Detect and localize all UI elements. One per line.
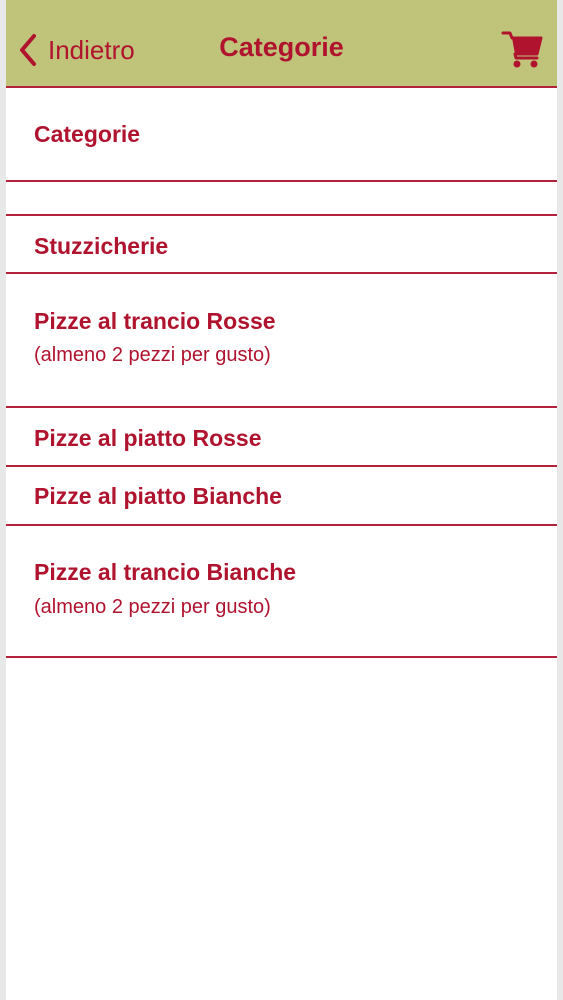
list-item[interactable]: Pizze al piatto Rosse [6, 408, 557, 467]
cart-button[interactable] [501, 28, 543, 70]
app-screen: Indietro Categorie Categorie Stuzzicheri… [6, 0, 557, 1000]
list-item-label: Pizze al piatto Rosse [34, 425, 262, 451]
list-item-label: Stuzzicherie [34, 233, 169, 259]
navigation-bar: Indietro Categorie [6, 0, 557, 88]
list-item-label: Pizze al trancio Rosse [34, 308, 276, 334]
section-header-label: Categorie [34, 121, 141, 147]
list-item[interactable]: Pizze al trancio Rosse (almeno 2 pezzi p… [6, 274, 557, 408]
list-item[interactable]: Pizze al trancio Bianche (almeno 2 pezzi… [6, 526, 557, 658]
shopping-cart-icon [501, 31, 543, 68]
category-list: Stuzzicherie Pizze al trancio Rosse (alm… [6, 216, 557, 658]
list-item-label: Pizze al trancio Bianche [34, 559, 297, 585]
section-spacer [6, 182, 557, 216]
list-item-label: Pizze al piatto Bianche [34, 483, 282, 509]
section-header: Categorie [6, 88, 557, 182]
chevron-left-icon [20, 34, 36, 66]
list-item-subtitle: (almeno 2 pezzi per gusto) [34, 344, 271, 366]
list-item[interactable]: Pizze al piatto Bianche [6, 467, 557, 526]
back-button[interactable]: Indietro [18, 30, 135, 70]
list-item-subtitle: (almeno 2 pezzi per gusto) [34, 596, 271, 618]
back-button-label: Indietro [48, 34, 135, 65]
list-item[interactable]: Stuzzicherie [6, 216, 557, 274]
